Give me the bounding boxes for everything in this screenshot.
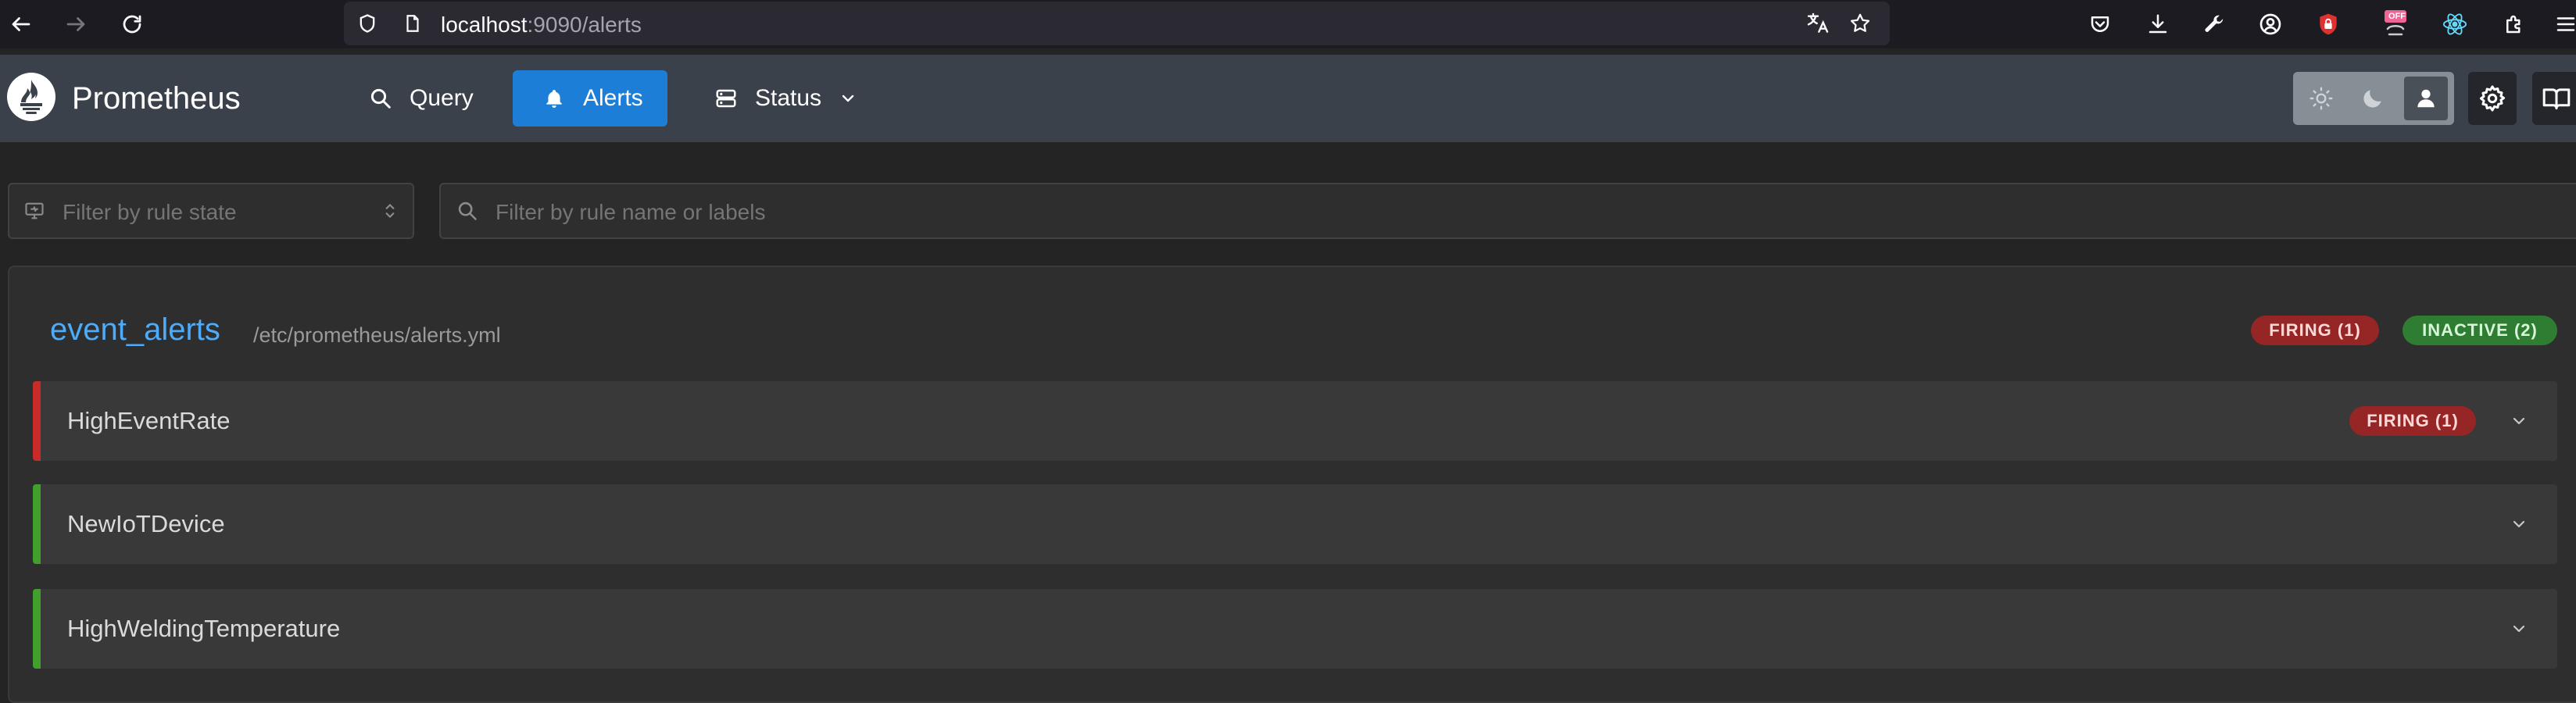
chevron-down-icon[interactable] [2507, 512, 2531, 536]
nav-status[interactable]: Status [703, 70, 875, 127]
rule-row[interactable]: HighWeldingTemperature [33, 589, 2557, 669]
translate-icon[interactable] [1804, 9, 1832, 37]
group-firing-badge: FIRING (1) [2251, 316, 2379, 345]
rule-row[interactable]: HighEventRate FIRING (1) [33, 381, 2557, 461]
page-icon [399, 9, 427, 37]
nav-alerts-label: Alerts [583, 85, 643, 111]
server-icon [713, 85, 739, 112]
rule-search-input[interactable]: Filter by rule name or labels [439, 183, 2576, 239]
browser-toolbar: localhost:9090/alerts OFF [0, 0, 2576, 48]
selector-icon [380, 200, 400, 222]
settings-button[interactable] [2468, 72, 2517, 125]
docs-button[interactable] [2532, 72, 2576, 125]
rule-name: HighWeldingTemperature [67, 615, 341, 642]
arrow-left-icon [12, 17, 30, 31]
rule-state-placeholder: Filter by rule state [63, 200, 237, 224]
theme-switcher [2293, 72, 2454, 125]
url-text[interactable]: localhost:9090/alerts [441, 12, 642, 37]
reload-icon [123, 15, 141, 34]
chevron-down-icon[interactable] [2507, 409, 2531, 433]
off-extension-icon[interactable]: OFF [2379, 8, 2412, 41]
state-indicator-firing [33, 381, 41, 461]
extensions-puzzle-icon[interactable] [2498, 8, 2531, 41]
bookmark-star-icon[interactable] [1846, 9, 1874, 37]
theme-light-button[interactable] [2299, 77, 2343, 120]
menu-icon[interactable] [2549, 8, 2576, 41]
reload-button[interactable] [116, 8, 148, 41]
forward-button[interactable] [59, 8, 92, 41]
pocket-icon[interactable] [2084, 8, 2116, 41]
rule-search-placeholder: Filter by rule name or labels [496, 200, 766, 224]
chevron-down-icon [839, 89, 857, 108]
address-bar[interactable]: localhost:9090/alerts [344, 2, 1890, 45]
theme-auto-button[interactable] [2404, 77, 2448, 120]
book-icon [2542, 88, 2571, 110]
moon-icon [2363, 90, 2381, 108]
filter-state-icon [22, 198, 47, 223]
search-icon [367, 85, 394, 112]
lock-extension-icon[interactable] [2312, 8, 2345, 41]
app-header: Prometheus Query Alerts Status [0, 55, 2576, 142]
shield-icon[interactable] [353, 9, 381, 37]
nav-query[interactable]: Query [353, 70, 488, 127]
account-icon[interactable] [2254, 8, 2287, 41]
chevron-down-icon[interactable] [2507, 617, 2531, 641]
react-devtools-icon[interactable] [2438, 8, 2471, 41]
theme-dark-button[interactable] [2351, 77, 2395, 120]
arrow-right-icon [66, 17, 85, 31]
brand-title[interactable]: Prometheus [72, 81, 241, 116]
bell-icon [541, 85, 567, 112]
rule-firing-badge: FIRING (1) [2349, 406, 2476, 436]
group-file-path: /etc/prometheus/alerts.yml [253, 323, 501, 347]
sun-icon [2309, 87, 2333, 110]
rule-name: NewIoTDevice [67, 510, 225, 537]
user-icon [2417, 89, 2435, 108]
download-icon[interactable] [2141, 8, 2174, 41]
prometheus-logo-icon[interactable] [6, 72, 56, 122]
state-indicator-inactive [33, 484, 41, 564]
rule-row[interactable]: NewIoTDevice [33, 484, 2557, 564]
nav-alerts[interactable]: Alerts [513, 70, 667, 127]
wrench-icon[interactable] [2198, 8, 2231, 41]
group-inactive-badge: INACTIVE (2) [2402, 316, 2557, 345]
group-name[interactable]: event_alerts [50, 312, 220, 348]
nav-status-label: Status [755, 85, 822, 111]
search-icon [455, 198, 480, 223]
nav-query-label: Query [410, 85, 474, 111]
rule-state-filter[interactable]: Filter by rule state [8, 183, 414, 239]
back-button[interactable] [5, 8, 38, 41]
off-badge: OFF [2388, 12, 2406, 21]
gear-icon [2479, 85, 2506, 112]
rule-name: HighEventRate [67, 407, 231, 434]
state-indicator-inactive [33, 589, 41, 669]
